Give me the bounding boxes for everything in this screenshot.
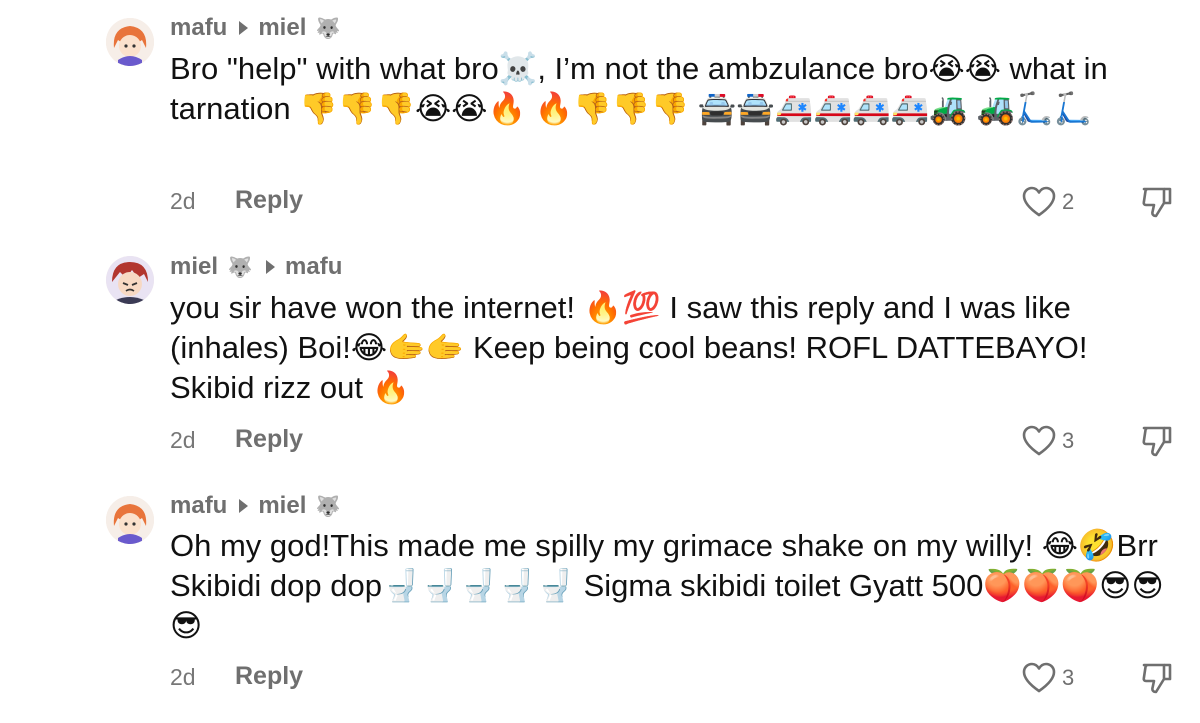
comment-time: 2d — [170, 188, 196, 214]
comment-footer: 2d Reply 3 — [170, 423, 1180, 463]
comment-item: mafu miel 🐺 Oh my god!This made me spill… — [0, 480, 1200, 723]
reply-arrow-icon — [239, 499, 249, 513]
heart-outline-icon — [1022, 425, 1056, 456]
reply-button[interactable]: Reply — [235, 186, 303, 215]
reply-button[interactable]: Reply — [235, 425, 303, 454]
author-name[interactable]: miel — [170, 253, 218, 281]
like-count: 3 — [1062, 428, 1075, 453]
avatar-image — [106, 256, 154, 304]
heart-outline-icon — [1022, 186, 1056, 217]
reply-arrow-icon — [239, 21, 249, 35]
comment-text: Bro "help" with what bro☠️, I’m not the … — [170, 51, 1117, 126]
reply-arrow-icon — [266, 260, 276, 274]
dislike-button[interactable] — [1140, 185, 1174, 219]
heart-outline-icon — [1022, 662, 1056, 693]
comment-time: 2d — [170, 427, 196, 453]
dislike-button[interactable] — [1140, 424, 1174, 458]
comment-footer: 2d Reply 3 — [170, 660, 1180, 700]
comment-item: miel 🐺 mafu you sir have won the interne… — [0, 240, 1200, 480]
comment-time: 2d — [170, 664, 196, 690]
avatar-image — [106, 496, 154, 544]
comment-text: you sir have won the internet! 🔥💯 I saw … — [170, 290, 1097, 405]
avatar-image — [106, 18, 154, 66]
like-count: 2 — [1062, 189, 1075, 214]
comment-item: mafu miel 🐺 Bro "help" with what bro☠️, … — [0, 0, 1200, 240]
reply-to-name[interactable]: miel — [258, 14, 306, 42]
comment-text: Oh my god!This made me spilly my grimace… — [170, 528, 1167, 643]
thumbs-down-outline-icon — [1142, 187, 1172, 218]
wolf-badge-icon: 🐺 — [315, 495, 341, 518]
like-button[interactable]: 3 — [1022, 423, 1074, 459]
reply-to-name[interactable]: mafu — [285, 253, 342, 281]
author-name[interactable]: mafu — [170, 492, 227, 520]
avatar[interactable] — [106, 256, 154, 304]
dislike-button[interactable] — [1140, 661, 1174, 695]
comment-header: miel 🐺 mafu — [170, 252, 342, 282]
comment-header: mafu miel 🐺 — [170, 13, 342, 43]
like-count: 3 — [1062, 665, 1075, 690]
author-name[interactable]: mafu — [170, 14, 227, 42]
wolf-badge-icon: 🐺 — [315, 17, 341, 40]
reply-button[interactable]: Reply — [235, 662, 303, 691]
avatar[interactable] — [106, 18, 154, 66]
comment-footer: 2d Reply 2 — [170, 184, 1180, 224]
wolf-badge-icon: 🐺 — [227, 256, 253, 279]
thumbs-down-outline-icon — [1142, 426, 1172, 457]
like-button[interactable]: 2 — [1022, 184, 1074, 220]
reply-to-name[interactable]: miel — [258, 492, 306, 520]
thumbs-down-outline-icon — [1142, 663, 1172, 694]
avatar[interactable] — [106, 496, 154, 544]
like-button[interactable]: 3 — [1022, 660, 1074, 696]
comment-header: mafu miel 🐺 — [170, 491, 342, 521]
